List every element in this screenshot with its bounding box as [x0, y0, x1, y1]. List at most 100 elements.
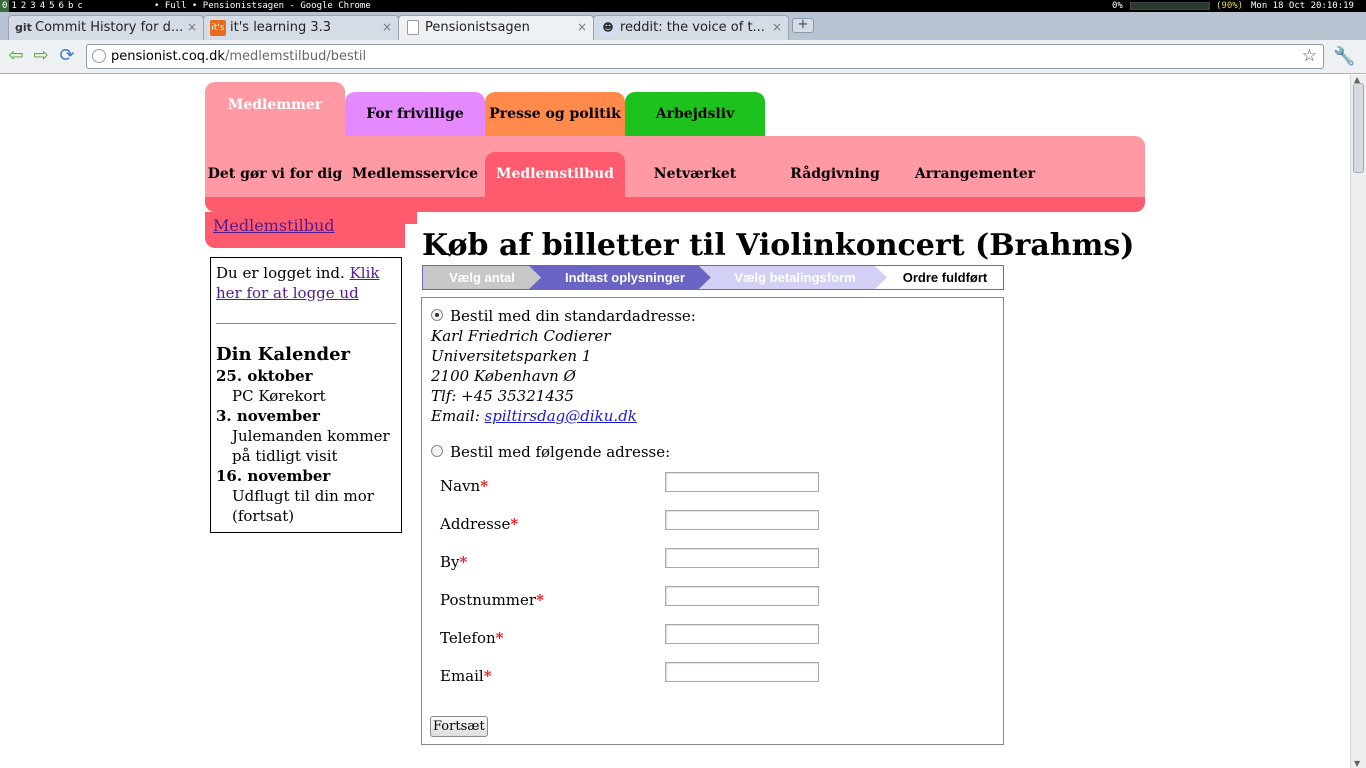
- calendar-event: Udflugt til din mor (fortsat): [232, 487, 374, 525]
- step-ordre-fuldfort: Ordre fuldført: [902, 270, 988, 285]
- progress-steps: Vælg antal Indtast oplysninger Vælg beta…: [422, 265, 1004, 290]
- close-icon[interactable]: ×: [772, 16, 782, 39]
- address-bar[interactable]: pensionist.coq.dk/medlemstilbud/bestil ☆: [86, 44, 1324, 69]
- calendar-date: 16. november: [216, 467, 331, 485]
- tab-reddit[interactable]: ☻ reddit: the voice of t... ×: [593, 15, 789, 40]
- page-scrollbar[interactable]: ▲ ▼: [1350, 75, 1366, 768]
- workspace-5[interactable]: 5: [47, 0, 56, 12]
- subnav-raadgivning[interactable]: Rådgivning: [765, 152, 905, 197]
- login-text: Du er logget ind.: [216, 264, 350, 282]
- close-icon[interactable]: ×: [187, 16, 197, 39]
- calendar-date: 3. november: [216, 407, 320, 425]
- battery-readout: (90%): [1216, 1, 1244, 11]
- field-label-addresse: Addresse*: [440, 515, 519, 533]
- page-title: Køb af billetter til Violinkoncert (Brah…: [422, 228, 1135, 263]
- field-label-telefon: Telefon*: [440, 629, 504, 647]
- url-path: /medlemstilbud/bestil: [224, 49, 367, 64]
- wm-layout: • Full •: [154, 1, 198, 11]
- page-viewport: Medlemmer For frivillige Presse og polit…: [0, 75, 1350, 768]
- order-form: Bestil med din standardadresse: Karl Fri…: [421, 297, 1004, 745]
- nav-for-frivillige[interactable]: For frivillige: [345, 92, 485, 136]
- workspace-0[interactable]: 0: [0, 0, 10, 12]
- tab-title: Commit History for d...: [35, 20, 184, 35]
- field-label-postnummer: Postnummer*: [440, 591, 544, 609]
- login-status: Du er logget ind. Klik her for at logge …: [216, 263, 396, 303]
- workspace-b[interactable]: b: [66, 0, 75, 12]
- option-other-label: Bestil med følgende adresse:: [450, 443, 671, 461]
- workspace-1[interactable]: 1: [9, 0, 18, 12]
- address-phone: Tlf: +45 35321435: [431, 387, 574, 405]
- subnav-netvaerket[interactable]: Netværket: [625, 152, 765, 197]
- workspace-3[interactable]: 3: [28, 0, 37, 12]
- calendar-date: 25. oktober: [216, 367, 313, 385]
- bookmark-star-icon[interactable]: ☆: [1302, 45, 1317, 68]
- close-icon[interactable]: ×: [382, 16, 392, 39]
- calendar-event: Julemanden kommer på tidligt visit: [232, 427, 390, 465]
- telefon-field[interactable]: [665, 624, 819, 644]
- close-icon[interactable]: ×: [577, 16, 587, 39]
- cpu-meter: [1130, 2, 1210, 10]
- by-field[interactable]: [665, 548, 819, 568]
- radio-standard-address[interactable]: [431, 309, 443, 321]
- field-label-navn: Navn*: [440, 477, 489, 495]
- new-tab-button[interactable]: +: [792, 18, 814, 33]
- address-email-link[interactable]: spiltirsdag@diku.dk: [485, 407, 637, 425]
- tab-title: Pensionistsagen: [425, 20, 530, 35]
- option-standard-label: Bestil med din standardadresse:: [450, 307, 696, 325]
- browser-toolbar: ⇦ ⇨ ⟳ pensionist.coq.dk/medlemstilbud/be…: [0, 40, 1366, 74]
- wm-window-title: • Full • Pensionistsagen - Google Chrome: [154, 0, 371, 12]
- workspace-4[interactable]: 4: [38, 0, 47, 12]
- reload-icon[interactable]: ⟳: [57, 46, 77, 66]
- nav-presse-og-politik[interactable]: Presse og politik: [485, 92, 625, 136]
- tab-strip: git Commit History for d... × it's it's …: [0, 12, 1366, 41]
- cpu-readout: 0%: [1112, 1, 1123, 11]
- calendar-event: PC Kørekort: [232, 387, 326, 405]
- workspace-6[interactable]: 6: [57, 0, 66, 12]
- scrollbar-thumb[interactable]: [1353, 83, 1364, 173]
- nav-arbejdsliv[interactable]: Arbejdsliv: [625, 92, 765, 136]
- workspace-c[interactable]: c: [75, 0, 84, 12]
- itslearning-icon: it's: [210, 20, 226, 36]
- page-icon: [407, 20, 419, 35]
- subnav-medlemsservice[interactable]: Medlemsservice: [345, 152, 485, 197]
- standard-address: Karl Friedrich Codierer Universitetspark…: [431, 326, 637, 426]
- addresse-field[interactable]: [665, 510, 819, 530]
- tab-title: it's learning 3.3: [230, 20, 332, 35]
- step-indtast-oplysninger: Indtast oplysninger: [565, 270, 685, 285]
- radio-other-address[interactable]: [431, 445, 443, 457]
- postnummer-field[interactable]: [665, 586, 819, 606]
- workspace-2[interactable]: 2: [19, 0, 28, 12]
- address-email-label: Email:: [431, 407, 485, 425]
- workspace-list: 0123456bc: [0, 0, 85, 12]
- subnav-medlemstilbud[interactable]: Medlemstilbud: [485, 152, 625, 212]
- nav-medlemmer[interactable]: Medlemmer: [205, 82, 345, 136]
- url-host: pensionist.coq.dk: [111, 49, 225, 64]
- address-name: Karl Friedrich Codierer: [431, 327, 611, 345]
- clock: Mon 18 Oct 20:10:19: [1251, 1, 1354, 11]
- address-email-line: Email: spiltirsdag@diku.dk: [431, 406, 637, 426]
- reddit-icon: ☻: [600, 20, 616, 36]
- tab-git-history[interactable]: git Commit History for d... ×: [8, 15, 204, 40]
- tab-title: reddit: the voice of t...: [620, 20, 765, 35]
- step-vaelg-betalingsform: Vælg betalingsform: [734, 270, 856, 285]
- tab-pensionistsagen[interactable]: Pensionistsagen ×: [398, 15, 594, 41]
- scroll-down-icon[interactable]: ▼: [1354, 759, 1360, 768]
- git-icon: git: [15, 21, 32, 34]
- step-vaelg-antal: Vælg antal: [449, 270, 515, 285]
- wrench-icon[interactable]: 🔧: [1333, 46, 1355, 67]
- subnav-det-gor-vi-for-dig[interactable]: Det gør vi for dig: [205, 152, 345, 197]
- navn-field[interactable]: [665, 472, 819, 492]
- continue-button[interactable]: Fortsæt: [430, 716, 488, 737]
- email-field[interactable]: [665, 662, 819, 682]
- breadcrumb-corner: [405, 212, 417, 224]
- tab-its-learning[interactable]: it's it's learning 3.3 ×: [203, 15, 399, 40]
- forward-arrow-icon[interactable]: ⇨: [31, 46, 51, 66]
- calendar-title: Din Kalender: [216, 344, 351, 365]
- breadcrumb-link-medlemstilbud[interactable]: Medlemstilbud: [213, 216, 335, 235]
- back-arrow-icon[interactable]: ⇦: [6, 46, 26, 66]
- address-city: 2100 København Ø: [431, 367, 576, 385]
- field-label-by: By*: [440, 553, 468, 571]
- divider: [216, 323, 396, 324]
- subnav-arrangementer[interactable]: Arrangementer: [905, 152, 1045, 197]
- sub-navigation: Det gør vi for dig Medlemsservice Medlem…: [205, 136, 1145, 212]
